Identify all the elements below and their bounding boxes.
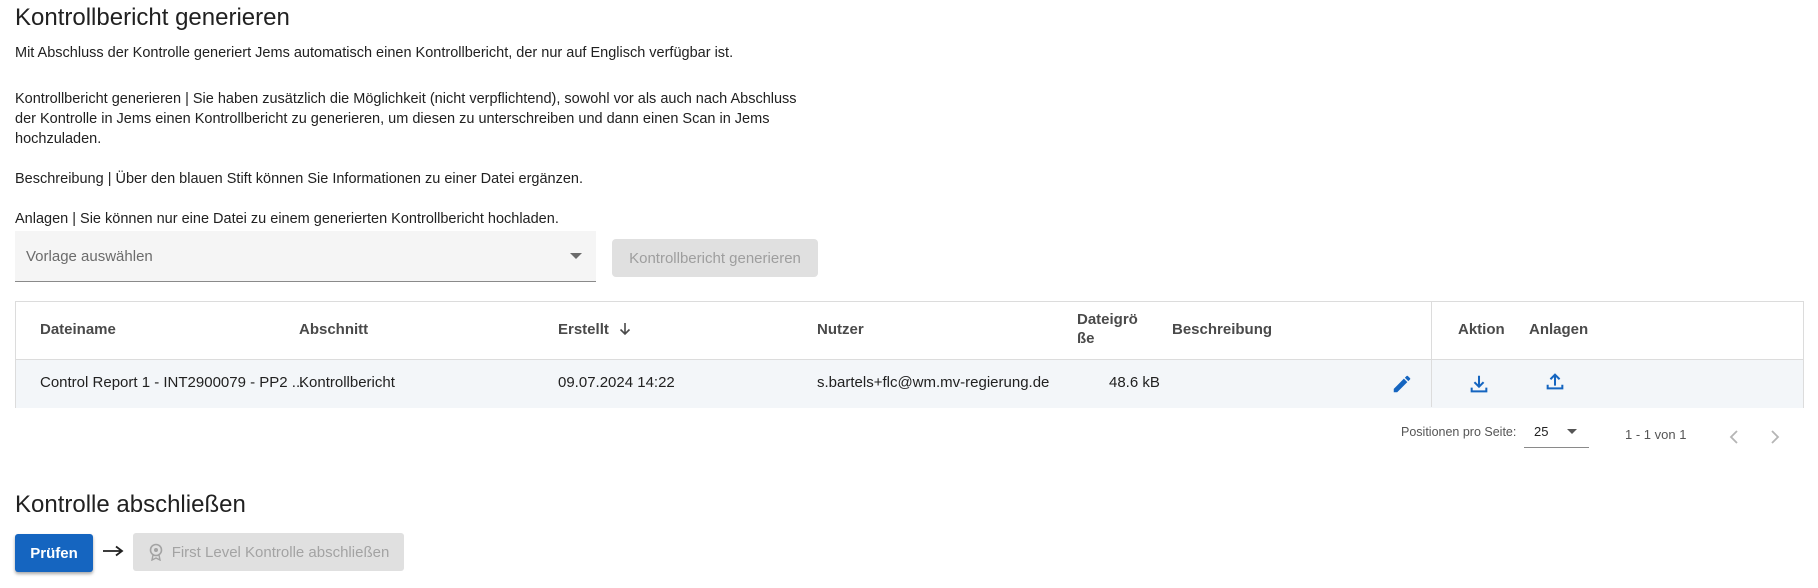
cell-filesize: 48.6 kB bbox=[1109, 374, 1160, 391]
cell-filename: Control Report 1 - INT2900079 - PP2 ... bbox=[40, 374, 305, 391]
chevron-down-icon bbox=[1567, 429, 1577, 434]
next-page-icon[interactable] bbox=[1767, 427, 1783, 452]
section-title-finish-control: Kontrolle abschließen bbox=[15, 491, 246, 518]
previous-page-icon[interactable] bbox=[1726, 427, 1742, 452]
col-header-filesize[interactable]: Dateigrö ße bbox=[1077, 310, 1138, 348]
report-files-table: Dateiname Abschnitt Erstellt Nutzer Date… bbox=[15, 301, 1804, 408]
upload-icon[interactable] bbox=[1544, 371, 1566, 398]
column-divider bbox=[1431, 302, 1432, 407]
cell-user: s.bartels+flc@wm.mv-regierung.de bbox=[817, 374, 1050, 391]
info-paragraph-attachments: Anlagen | Sie können nur eine Datei zu e… bbox=[15, 211, 559, 227]
info-line: der Kontrolle in Jems einen Kontrollberi… bbox=[15, 111, 770, 127]
sort-arrow-down-icon bbox=[619, 322, 631, 340]
info-line: Kontrollbericht generieren | Sie haben z… bbox=[15, 91, 797, 107]
col-header-user[interactable]: Nutzer bbox=[817, 321, 864, 338]
cell-created: 09.07.2024 14:22 bbox=[558, 374, 675, 391]
chevron-down-icon bbox=[570, 253, 582, 259]
col-header-description: Beschreibung bbox=[1172, 321, 1273, 338]
page-size-value: 25 bbox=[1534, 424, 1549, 439]
template-select[interactable]: Vorlage auswählen bbox=[15, 231, 596, 282]
check-button[interactable]: Prüfen bbox=[15, 534, 93, 572]
col-header-action: Aktion bbox=[1458, 321, 1505, 338]
col-header-created[interactable]: Erstellt bbox=[558, 321, 631, 340]
download-icon[interactable] bbox=[1468, 373, 1490, 400]
col-header-filename[interactable]: Dateiname bbox=[40, 321, 116, 338]
section-title-generate-report: Kontrollbericht generieren bbox=[15, 4, 290, 31]
col-header-section[interactable]: Abschnitt bbox=[299, 321, 368, 338]
finish-flc-button[interactable]: First Level Kontrolle abschließen bbox=[133, 533, 404, 571]
col-header-created-label: Erstellt bbox=[558, 321, 609, 338]
page-size-label: Positionen pro Seite: bbox=[1401, 425, 1517, 439]
col-header-filesize-line: ße bbox=[1077, 330, 1095, 347]
pencil-icon[interactable] bbox=[1391, 373, 1413, 400]
col-header-attachments: Anlagen bbox=[1529, 321, 1589, 338]
info-line: hochzuladen. bbox=[15, 131, 102, 147]
col-header-filesize-line: Dateigrö bbox=[1077, 311, 1138, 328]
table-row: Control Report 1 - INT2900079 - PP2 ... … bbox=[16, 360, 1803, 408]
generate-report-button[interactable]: Kontrollbericht generieren bbox=[612, 239, 818, 277]
arrow-right-icon bbox=[102, 544, 124, 562]
info-paragraph-generate: Kontrollbericht generieren | Sie haben z… bbox=[15, 89, 830, 149]
page-range-label: 1 - 1 von 1 bbox=[1625, 427, 1687, 442]
info-paragraph-description: Beschreibung | Über den blauen Stift kön… bbox=[15, 171, 584, 187]
template-select-placeholder: Vorlage auswählen bbox=[26, 248, 153, 265]
info-paragraph-auto-report: Mit Abschluss der Kontrolle generiert Je… bbox=[15, 45, 734, 61]
cell-section: Kontrollbericht bbox=[299, 374, 395, 391]
page: Kontrollbericht generieren Mit Abschluss… bbox=[0, 0, 1818, 588]
finish-flc-button-label: First Level Kontrolle abschließen bbox=[171, 543, 390, 561]
table-header: Dateiname Abschnitt Erstellt Nutzer Date… bbox=[16, 302, 1803, 360]
page-size-select[interactable]: 25 bbox=[1524, 415, 1589, 448]
badge-icon bbox=[149, 543, 162, 561]
